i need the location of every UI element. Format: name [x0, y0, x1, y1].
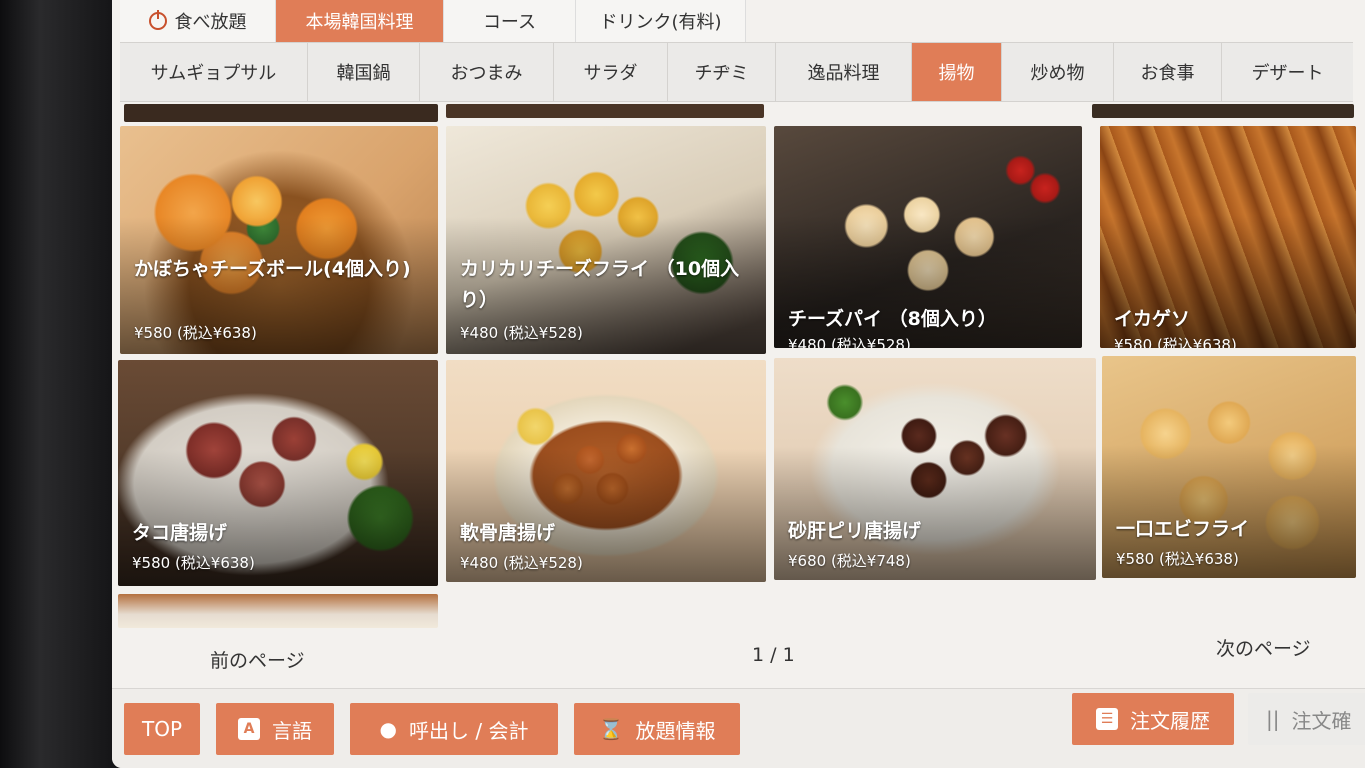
pager: 前のページ 1 / 1 次のページ [112, 634, 1365, 686]
category-fried[interactable]: 揚物 [912, 43, 1002, 101]
call-checkout-button[interactable]: ● 呼出し / 会計 [350, 703, 558, 755]
category-samgyeopsal[interactable]: サムギョプサル [120, 43, 308, 101]
plan-info-label: 放題情報 [635, 718, 716, 743]
top-label: TOP [141, 717, 183, 741]
category-meals[interactable]: お食事 [1114, 43, 1222, 101]
category-label: デザート [1251, 63, 1324, 84]
category-label: お食事 [1140, 63, 1195, 84]
menu-grid: かぼちゃチーズボール(4個入り) ¥580 (税込¥638) カリカリチーズフラ… [112, 104, 1365, 634]
tab-korean-cuisine[interactable]: 本場韓国料理 [276, 0, 444, 42]
category-bar: サムギョプサル 韓国鍋 おつまみ サラダ チヂミ 逸品料理 揚物 炒め物 お食事… [120, 42, 1353, 102]
menu-item-card[interactable]: 砂肝ピリ唐揚げ ¥680 (税込¥748) [774, 358, 1096, 580]
menu-item-card[interactable]: タコ唐揚げ ¥580 (税込¥638) [118, 360, 438, 586]
category-korean-hotpot[interactable]: 韓国鍋 [308, 43, 420, 101]
item-price: ¥580 (税込¥638) [1114, 336, 1237, 348]
category-label: チヂミ [694, 63, 749, 84]
item-price: ¥480 (税込¥528) [460, 324, 583, 342]
person-icon: ● [379, 717, 397, 741]
tab-label: 本場韓国料理 [305, 12, 414, 33]
item-name: 砂肝ピリ唐揚げ [788, 520, 922, 542]
menu-screen: 食べ放題 本場韓国料理 コース ドリンク(有料) サムギョプサル 韓国鍋 おつま… [112, 0, 1365, 768]
menu-item-card[interactable]: 一口エビフライ ¥580 (税込¥638) [1102, 356, 1356, 578]
item-price: ¥480 (税込¥528) [788, 336, 911, 348]
tab-label: 食べ放題 [174, 12, 247, 33]
category-label: 揚物 [938, 63, 975, 84]
plan-info-button[interactable]: ⌛ 放題情報 [574, 703, 740, 755]
language-label: 言語 [272, 718, 312, 743]
page-indicator: 1 / 1 [752, 644, 795, 666]
menu-item-card[interactable]: チーズパイ （8個入り） ¥480 (税込¥528) [774, 126, 1082, 348]
tab-label: コース [482, 12, 537, 33]
category-label: サラダ [583, 63, 638, 84]
tab-course[interactable]: コース [444, 0, 576, 42]
tab-all-you-can-eat[interactable]: 食べ放題 [120, 0, 276, 42]
tab-label: ドリンク(有料) [599, 12, 722, 33]
item-name: 軟骨唐揚げ [460, 522, 556, 544]
cutlery-icon: || [1266, 707, 1280, 731]
category-salad[interactable]: サラダ [554, 43, 668, 101]
item-price: ¥480 (税込¥528) [460, 554, 583, 572]
next-page-button[interactable]: 次のページ [1216, 634, 1311, 661]
clipboard-icon: ☰ [1096, 708, 1118, 730]
item-name: カリカリチーズフライ （10個入り） [460, 258, 740, 311]
item-name: タコ唐揚げ [132, 522, 228, 544]
hourglass-icon: ⌛ [598, 717, 624, 741]
card-partial-top [446, 104, 764, 118]
category-jijimi[interactable]: チヂミ [668, 43, 776, 101]
menu-item-card[interactable]: かぼちゃチーズボール(4個入り) ¥580 (税込¥638) [120, 126, 438, 354]
item-name: チーズパイ （8個入り） [788, 308, 997, 330]
category-label: サムギョプサル [150, 63, 277, 84]
category-dessert[interactable]: デザート [1222, 43, 1353, 101]
language-icon: A [238, 718, 260, 740]
category-label: おつまみ [450, 63, 523, 84]
power-icon [148, 10, 167, 30]
item-name: 一口エビフライ [1116, 518, 1250, 540]
card-partial-top [1092, 104, 1354, 118]
item-name: かぼちゃチーズボール(4個入り) [134, 258, 411, 280]
card-partial-top [124, 104, 438, 122]
tab-drink[interactable]: ドリンク(有料) [576, 0, 746, 42]
history-label: 注文履歴 [1130, 708, 1210, 733]
category-label: 逸品料理 [807, 63, 880, 84]
category-specialty[interactable]: 逸品料理 [776, 43, 912, 101]
menu-item-card[interactable]: カリカリチーズフライ （10個入り） ¥480 (税込¥528) [446, 126, 766, 354]
item-name: イカゲソ [1114, 308, 1191, 330]
item-price: ¥680 (税込¥748) [788, 552, 911, 570]
category-stir-fry[interactable]: 炒め物 [1002, 43, 1114, 101]
top-button[interactable]: TOP [124, 703, 200, 755]
bottom-toolbar: TOP A 言語 ● 呼出し / 会計 ⌛ 放題情報 ☰ 注文履歴 || 注文確 [112, 688, 1365, 768]
confirm-label: 注文確 [1291, 708, 1352, 733]
prev-page-button[interactable]: 前のページ [210, 646, 305, 673]
category-label: 韓国鍋 [336, 63, 391, 84]
item-price: ¥580 (税込¥638) [134, 324, 257, 342]
item-price: ¥580 (税込¥638) [132, 554, 255, 572]
language-button[interactable]: A 言語 [216, 703, 334, 755]
item-price: ¥580 (税込¥638) [1116, 550, 1239, 568]
order-confirm-button[interactable]: || 注文確 [1248, 693, 1365, 745]
card-partial-bottom [118, 594, 438, 628]
top-tab-bar: 食べ放題 本場韓国料理 コース ドリンク(有料) [120, 0, 746, 42]
menu-item-card[interactable]: イカゲソ ¥580 (税込¥638) [1100, 126, 1356, 348]
menu-item-card[interactable]: 軟骨唐揚げ ¥480 (税込¥528) [446, 360, 766, 582]
order-history-button[interactable]: ☰ 注文履歴 [1072, 693, 1234, 745]
category-label: 炒め物 [1030, 63, 1085, 84]
call-label: 呼出し / 会計 [409, 718, 529, 743]
category-snacks[interactable]: おつまみ [420, 43, 554, 101]
